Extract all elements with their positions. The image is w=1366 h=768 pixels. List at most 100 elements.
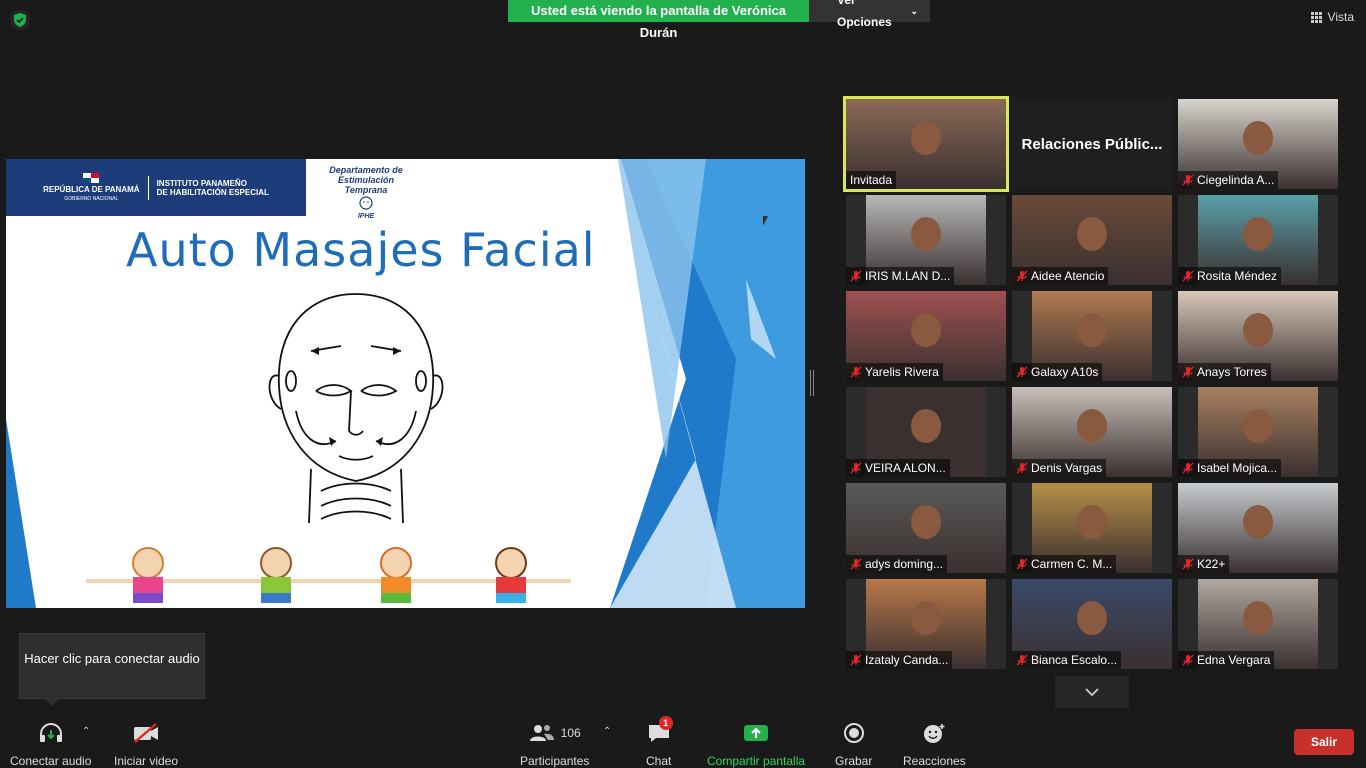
participant-tile[interactable]: Bianca Escalo... [1012, 579, 1172, 669]
participant-tile[interactable]: IRIS M.LAN D... [846, 195, 1006, 285]
participant-name-label: Galaxy A10s [1012, 363, 1103, 381]
participant-name-label: K22+ [1178, 555, 1230, 573]
participant-silhouette [1243, 505, 1273, 539]
chevron-down-icon: ⌄ [910, 6, 918, 16]
department-line1: Departamento de [329, 165, 403, 175]
participant-name-label: Denis Vargas [1012, 459, 1107, 477]
shared-screen-slide: REPÚBLICA DE PANAMÁ GOBIERNO NACIONAL IN… [6, 159, 805, 608]
mic-muted-icon [1016, 462, 1028, 474]
start-video-label: Iniciar video [114, 754, 179, 768]
government-label: GOBIERNO NACIONAL [64, 196, 119, 202]
mic-muted-icon [1016, 654, 1028, 666]
participant-tile[interactable]: Aidee Atencio [1012, 195, 1172, 285]
participant-silhouette [1077, 409, 1107, 443]
participant-tile[interactable]: Carmen C. M... [1012, 483, 1172, 573]
participant-tile[interactable]: Isabel Mojica... [1178, 387, 1338, 477]
chat-unread-badge: 1 [658, 716, 673, 730]
participant-name-label: Izataly Canda... [846, 651, 953, 669]
department-line3: IPHE [357, 213, 375, 220]
children-illustration [86, 547, 571, 603]
audio-options-caret-icon[interactable]: ⌃ [82, 726, 90, 737]
department-line2: Estimulación Temprana [337, 175, 394, 195]
participant-tile[interactable]: K22+ [1178, 483, 1338, 573]
mic-muted-icon [1182, 270, 1194, 282]
security-shield-icon[interactable] [10, 10, 30, 30]
baby-logo-icon [359, 196, 373, 210]
participant-silhouette [1077, 505, 1107, 539]
chat-label: Chat [646, 754, 672, 768]
participants-count: 106 [560, 726, 581, 740]
headphones-icon [39, 722, 62, 742]
chat-button[interactable]: 1 Chat [646, 716, 673, 768]
participants-label: Participantes [520, 754, 590, 768]
participant-silhouette [1243, 601, 1273, 635]
mic-muted-icon [1182, 462, 1194, 474]
participant-name: Anays Torres [1197, 365, 1267, 379]
participant-silhouette [1077, 313, 1107, 347]
participant-name-label: Isabel Mojica... [1178, 459, 1282, 477]
share-screen-label: Compartir pantalla [707, 754, 806, 768]
record-button[interactable]: Grabar [835, 720, 872, 768]
splitter-handle[interactable] [810, 370, 814, 396]
view-options-button[interactable]: Ver Opciones ⌄ [809, 0, 930, 29]
participants-icon [529, 725, 554, 741]
participant-tile[interactable]: VEIRA ALON... [846, 387, 1006, 477]
participant-name: Galaxy A10s [1031, 365, 1099, 379]
mic-muted-icon [850, 462, 862, 474]
participant-name-label: Carmen C. M... [1012, 555, 1117, 573]
participant-name-label: Bianca Escalo... [1012, 651, 1122, 669]
slide-institution-header: REPÚBLICA DE PANAMÁ GOBIERNO NACIONAL IN… [6, 159, 306, 216]
leave-meeting-button[interactable]: Salir [1294, 729, 1354, 755]
participant-tile[interactable]: Edna Vergara [1178, 579, 1338, 669]
participant-name-label: Anays Torres [1178, 363, 1271, 381]
view-layout-label: Vista [1327, 10, 1354, 24]
participant-tile[interactable]: Anays Torres [1178, 291, 1338, 381]
participant-name: Isabel Mojica... [1197, 461, 1278, 475]
participant-name: VEIRA ALON... [865, 461, 946, 475]
record-icon [843, 723, 864, 743]
institute-line2: DE HABILITACIÓN ESPECIAL [156, 187, 269, 197]
start-video-button[interactable]: Iniciar video [114, 720, 178, 768]
chevron-down-icon [1085, 688, 1099, 696]
mouse-cursor-icon [763, 216, 768, 226]
reactions-button[interactable]: Reacciones [903, 720, 966, 768]
participant-tile[interactable]: Izataly Canda... [846, 579, 1006, 669]
slide-title: Auto Masajes Facial [126, 223, 596, 277]
face-massage-illustration [268, 293, 444, 524]
share-screen-icon [744, 725, 769, 741]
mic-muted-icon [1182, 654, 1194, 666]
participant-name-label: adys doming... [846, 555, 948, 573]
participant-tile[interactable]: Relaciones Públic... [1012, 99, 1172, 189]
participant-name: adys doming... [865, 557, 944, 571]
participant-tile[interactable]: Galaxy A10s [1012, 291, 1172, 381]
participant-tile[interactable]: Yarelis Rivera [846, 291, 1006, 381]
panama-flag-icon: REPÚBLICA DE PANAMÁ GOBIERNO NACIONAL [43, 173, 140, 202]
reactions-label: Reacciones [903, 754, 966, 768]
participant-tile[interactable]: Rosita Méndez [1178, 195, 1338, 285]
participant-name: IRIS M.LAN D... [865, 269, 951, 283]
share-screen-button[interactable]: Compartir pantalla [707, 720, 805, 768]
view-options-label: Ver Opciones [837, 0, 892, 29]
participant-tile[interactable]: adys doming... [846, 483, 1006, 573]
participants-button[interactable]: 106 Participantes [520, 720, 589, 768]
view-layout-button[interactable]: Vista [1310, 10, 1354, 24]
participant-name-label: Invitada [846, 171, 897, 189]
mic-muted-icon [1182, 558, 1194, 570]
record-label: Grabar [835, 754, 873, 768]
participant-tile[interactable]: Invitada [843, 96, 1009, 192]
participant-tile[interactable]: Ciegelinda A... [1178, 99, 1338, 189]
next-page-button[interactable] [1055, 676, 1129, 708]
participant-name: Edna Vergara [1197, 653, 1271, 667]
connect-audio-button[interactable]: Conectar audio [10, 720, 91, 768]
participant-name: Relaciones Públic... [1021, 135, 1163, 153]
grid-icon [1310, 11, 1322, 23]
participant-tile[interactable]: Denis Vargas [1012, 387, 1172, 477]
participants-caret-icon[interactable]: ⌃ [603, 726, 611, 737]
smiley-icon [924, 724, 945, 743]
mic-muted-icon [850, 654, 862, 666]
participant-silhouette [1243, 409, 1273, 443]
mic-muted-icon [1182, 174, 1194, 186]
participant-name-label: IRIS M.LAN D... [846, 267, 955, 285]
participant-name-label: Ciegelinda A... [1178, 171, 1279, 189]
republic-label: REPÚBLICA DE PANAMÁ [43, 185, 140, 194]
